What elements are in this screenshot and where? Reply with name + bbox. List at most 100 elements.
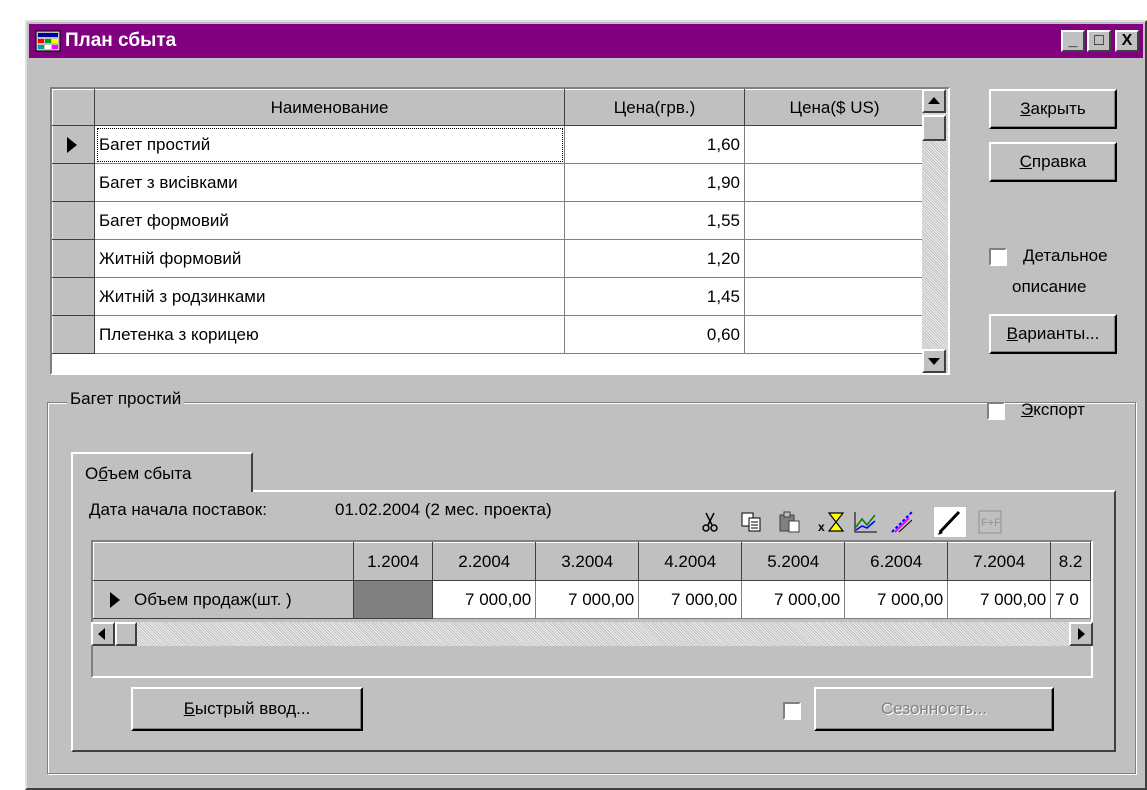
detail-description-label-line2[interactable]: описание (1012, 277, 1086, 297)
seasonality-button: Сезонность... (814, 687, 1054, 731)
row-indicator[interactable] (52, 125, 95, 164)
price-usd-cell[interactable] (744, 239, 925, 278)
hourglass-icon[interactable]: x (817, 509, 849, 535)
volume-cell[interactable]: 7 000,00 (947, 580, 1052, 619)
scroll-down-button[interactable] (922, 349, 946, 373)
column-header-price-usd[interactable]: Цена($ US) (744, 89, 925, 126)
quick-input-button[interactable]: Быстрый ввод... (131, 687, 363, 731)
product-name-cell[interactable]: Житній формовий (94, 239, 565, 278)
group-title: Багет простий (67, 389, 185, 409)
svg-text:F+F: F+F (981, 517, 1001, 529)
price-uah-cell[interactable]: 1,45 (564, 277, 745, 316)
product-row[interactable]: Плетенка з корицею 0,60 (52, 315, 925, 354)
product-row[interactable]: Житній з родзинками 1,45 (52, 277, 925, 316)
detail-description-label-line1[interactable]: Детальное (1023, 246, 1108, 266)
scroll-thumb[interactable] (922, 115, 946, 141)
close-label: акрыть (1030, 99, 1086, 118)
price-usd-cell[interactable] (744, 125, 925, 164)
product-name-cell[interactable]: Житній з родзинками (94, 277, 565, 316)
row-indicator[interactable] (52, 277, 95, 316)
volume-cell[interactable]: 7 000,00 (638, 580, 743, 619)
line-chart-icon[interactable] (853, 509, 879, 535)
period-header[interactable]: 5.2004 (741, 542, 846, 581)
period-header[interactable]: 3.2004 (535, 542, 640, 581)
period-header[interactable]: 2.2004 (432, 542, 537, 581)
horizontal-scroll-thumb[interactable] (115, 622, 137, 646)
product-name-cell[interactable]: Багет формовий (94, 201, 565, 240)
cut-icon[interactable] (697, 509, 723, 535)
help-hotkey: С (1019, 152, 1032, 171)
row-indicator[interactable] (52, 239, 95, 278)
paste-icon[interactable] (777, 509, 803, 535)
pencil-icon[interactable] (933, 506, 967, 538)
volume-cell[interactable]: 7 000,00 (432, 580, 537, 619)
period-header[interactable]: 6.2004 (844, 542, 949, 581)
product-row[interactable]: Житній формовий 1,20 (52, 239, 925, 278)
scroll-left-button[interactable] (91, 622, 115, 646)
row-indicator[interactable] (52, 315, 95, 354)
row-indicator[interactable] (52, 163, 95, 202)
sales-volume-row[interactable]: Объем продаж(шт. ) 7 000,00 7 000,00 7 0… (93, 580, 1091, 619)
product-row[interactable]: Багет простий 1,60 (52, 125, 925, 164)
price-uah-cell[interactable]: 1,60 (564, 125, 745, 164)
product-name-cell[interactable]: Багет простий (94, 125, 565, 164)
volume-horizontal-scrollbar[interactable] (91, 622, 1093, 646)
detail-description-checkbox[interactable] (989, 248, 1007, 266)
column-header-name[interactable]: Наименование (94, 89, 565, 126)
product-row[interactable]: Багет з висівками 1,90 (52, 163, 925, 202)
volume-cell[interactable]: 7 0 (1050, 580, 1091, 619)
formula-icon: F+F (978, 510, 1002, 534)
variants-label: арианты... (1017, 324, 1100, 343)
price-uah-cell[interactable]: 1,90 (564, 163, 745, 202)
row-header-sales-volume: Объем продаж(шт. ) (93, 580, 354, 619)
volume-cell[interactable]: 7 000,00 (741, 580, 846, 619)
column-header-price-uah[interactable]: Цена(грв.) (564, 89, 745, 126)
sales-volume-grid[interactable]: 1.2004 2.2004 3.2004 4.2004 5.2004 6.200… (91, 540, 1093, 678)
corner-cell (93, 542, 354, 581)
products-grid[interactable]: Наименование Цена(грв.) Цена($ US) Багет… (50, 87, 950, 375)
seasonality-checkbox[interactable] (783, 702, 801, 720)
period-header[interactable]: 1.2004 (352, 542, 434, 581)
export-label[interactable]: Экспорт (1021, 400, 1085, 420)
price-usd-cell[interactable] (744, 163, 925, 202)
price-uah-cell[interactable]: 1,20 (564, 239, 745, 278)
close-window-button[interactable]: X (1115, 30, 1139, 52)
price-usd-cell[interactable] (744, 201, 925, 240)
variants-button[interactable]: Варианты... (989, 314, 1117, 354)
price-uah-cell[interactable]: 0,60 (564, 315, 745, 354)
period-header[interactable]: 4.2004 (638, 542, 743, 581)
volume-cell-disabled (353, 580, 434, 619)
product-name-cell[interactable]: Багет з висівками (94, 163, 565, 202)
price-usd-cell[interactable] (744, 315, 925, 354)
row-indicator[interactable] (52, 201, 95, 240)
help-button[interactable]: Справка (989, 142, 1117, 182)
volume-cell[interactable]: 7 000,00 (844, 580, 949, 619)
detail-hotkey: Д (1023, 246, 1035, 265)
period-header[interactable]: 8.2 (1050, 542, 1091, 581)
arrow-down-icon (928, 358, 940, 365)
periods-header-row: 1.2004 2.2004 3.2004 4.2004 5.2004 6.200… (93, 542, 1091, 581)
product-name-cell[interactable]: Плетенка з корицею (94, 315, 565, 354)
close-button[interactable]: Закрыть (989, 89, 1117, 129)
tab-label-rest: ъем сбыта (107, 464, 192, 483)
price-uah-cell[interactable]: 1,55 (564, 201, 745, 240)
svg-text:x: x (818, 520, 825, 534)
copy-icon[interactable] (739, 509, 765, 535)
products-vertical-scrollbar[interactable] (922, 89, 948, 373)
products-header-row: Наименование Цена(грв.) Цена($ US) (52, 89, 925, 126)
title-bar[interactable]: План сбыта _ □ X (29, 24, 1143, 58)
maximize-button[interactable]: □ (1087, 30, 1111, 52)
detail-label-rest: етальное (1034, 246, 1108, 265)
product-row[interactable]: Багет формовий 1,55 (52, 201, 925, 240)
tab-sales-volume[interactable]: Объем сбыта (71, 452, 253, 492)
scroll-right-button[interactable] (1069, 622, 1093, 646)
volume-cell[interactable]: 7 000,00 (535, 580, 640, 619)
period-header[interactable]: 7.2004 (947, 542, 1052, 581)
minimize-button[interactable]: _ (1061, 30, 1085, 52)
scroll-up-button[interactable] (922, 89, 946, 113)
price-usd-cell[interactable] (744, 277, 925, 316)
export-hotkey: Э (1021, 400, 1034, 419)
trend-icon[interactable] (889, 509, 915, 535)
row-label: Объем продаж(шт. ) (134, 589, 292, 609)
export-checkbox[interactable] (987, 402, 1005, 420)
